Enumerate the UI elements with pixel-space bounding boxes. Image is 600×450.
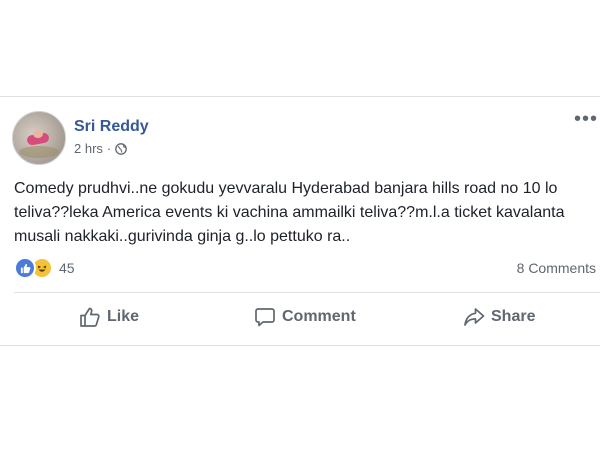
more-icon[interactable]: ••• bbox=[574, 109, 598, 129]
share-button[interactable]: Share bbox=[463, 297, 535, 337]
globe-icon[interactable] bbox=[115, 142, 128, 155]
post-card: Sri Reddy 2 hrs · ••• Comedy prudhvi..ne… bbox=[0, 96, 600, 346]
avatar[interactable] bbox=[12, 111, 66, 165]
comment-button[interactable]: Comment bbox=[254, 297, 356, 337]
comments-count[interactable]: 8 Comments bbox=[517, 260, 596, 276]
comment-icon bbox=[254, 306, 276, 328]
divider bbox=[14, 292, 600, 293]
post-meta: 2 hrs · bbox=[74, 141, 128, 156]
like-reaction-icon bbox=[14, 257, 36, 279]
meta-separator: · bbox=[106, 141, 112, 156]
thumbs-up-icon bbox=[79, 306, 101, 328]
author-name[interactable]: Sri Reddy bbox=[74, 118, 149, 136]
like-label: Like bbox=[107, 308, 140, 325]
share-label: Share bbox=[491, 308, 536, 325]
reactions-summary[interactable]: 45 bbox=[14, 257, 75, 279]
comment-label: Comment bbox=[282, 308, 356, 325]
post-body: Comedy prudhvi..ne gokudu yevvaralu Hyde… bbox=[14, 180, 565, 245]
share-icon bbox=[463, 306, 485, 328]
like-button[interactable]: Like bbox=[79, 297, 139, 337]
action-bar: Like Comment Share bbox=[0, 297, 600, 337]
post-time[interactable]: 2 hrs bbox=[74, 141, 103, 156]
reaction-count: 45 bbox=[59, 260, 75, 276]
